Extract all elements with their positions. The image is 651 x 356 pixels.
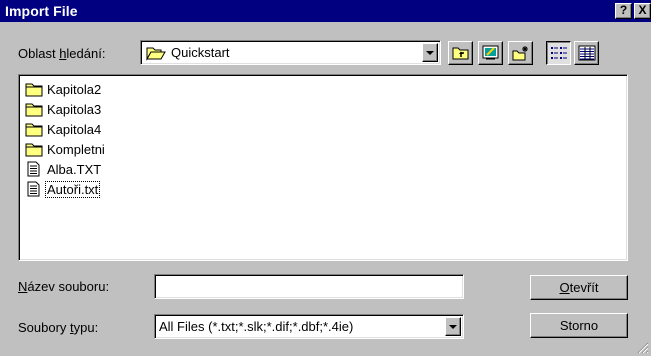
file-name-label: Název souboru:	[18, 279, 109, 294]
open-button-accel: O	[559, 280, 570, 295]
open-folder-icon	[146, 47, 166, 61]
look-in-dropdown[interactable]: Quickstart	[140, 40, 441, 65]
up-one-level-button[interactable]	[448, 41, 473, 65]
look-in-label-prefix: Oblast	[18, 46, 60, 61]
file-name: Kapitola4	[47, 121, 102, 137]
text-file-icon	[27, 161, 40, 177]
folder-icon	[25, 143, 43, 157]
details-view-button[interactable]	[574, 41, 599, 65]
list-item[interactable]: Kapitola2	[25, 79, 102, 99]
file-name: Alba.TXT	[47, 161, 102, 177]
file-name-input[interactable]	[154, 274, 464, 299]
open-button[interactable]: Otevřít	[530, 275, 628, 300]
file-list[interactable]: Kapitola2 Kapitola3 Kapitola4 Kompletni	[18, 74, 628, 261]
cancel-button[interactable]: Storno	[530, 313, 628, 338]
list-item[interactable]: Kapitola3	[25, 99, 102, 119]
import-file-dialog: Import File ? X Oblast hledání: Quicksta…	[0, 0, 651, 356]
list-view-icon	[551, 47, 567, 59]
open-button-label: Otevřít	[531, 280, 627, 295]
list-item[interactable]: Kompletni	[25, 139, 106, 159]
file-type-value: All Files (*.txt;*.slk;*.dif;*.dbf;*.4ie…	[159, 319, 354, 334]
up-one-level-icon	[452, 47, 469, 60]
window-title: Import File	[5, 3, 78, 19]
file-name: Kapitola2	[47, 81, 102, 97]
file-name: Kapitola3	[47, 101, 102, 117]
file-name-label-accel: N	[18, 279, 28, 294]
file-type-dropdown[interactable]: All Files (*.txt;*.slk;*.dif;*.dbf;*.4ie…	[154, 314, 464, 339]
open-button-rest: tevřít	[569, 280, 599, 295]
file-type-label-prefix: Soubory	[18, 320, 71, 335]
folder-icon	[25, 83, 43, 97]
look-in-dropdown-arrow[interactable]	[422, 43, 438, 62]
help-button[interactable]: ?	[615, 3, 632, 19]
file-type-label-suffix: ypu:	[73, 320, 99, 335]
folder-icon	[25, 123, 43, 137]
list-item[interactable]: Autoři.txt	[25, 179, 101, 199]
close-button[interactable]: X	[634, 3, 651, 19]
resize-grip-icon[interactable]	[637, 342, 649, 354]
file-name: Kompletni	[47, 141, 105, 157]
new-folder-button[interactable]	[508, 41, 533, 65]
look-in-value: Quickstart	[171, 45, 230, 60]
list-item[interactable]: Kapitola4	[25, 119, 102, 139]
look-in-label-suffix: ledání:	[66, 46, 106, 61]
text-file-icon	[27, 181, 40, 197]
details-view-icon	[578, 45, 596, 61]
file-type-dropdown-arrow[interactable]	[445, 317, 461, 336]
list-view-button[interactable]	[546, 41, 571, 65]
look-in-label: Oblast hledání:	[18, 46, 105, 61]
cancel-button-label: Storno	[559, 318, 599, 333]
desktop-icon	[482, 45, 499, 60]
folder-icon	[25, 103, 43, 117]
file-type-label: Soubory typu:	[18, 320, 98, 335]
title-bar[interactable]: Import File ? X	[0, 0, 651, 22]
new-folder-icon	[512, 46, 528, 61]
desktop-button[interactable]	[478, 41, 503, 65]
file-name: Autoři.txt	[44, 180, 101, 198]
list-item[interactable]: Alba.TXT	[25, 159, 102, 179]
file-name-label-rest: ázev souboru:	[27, 279, 110, 294]
